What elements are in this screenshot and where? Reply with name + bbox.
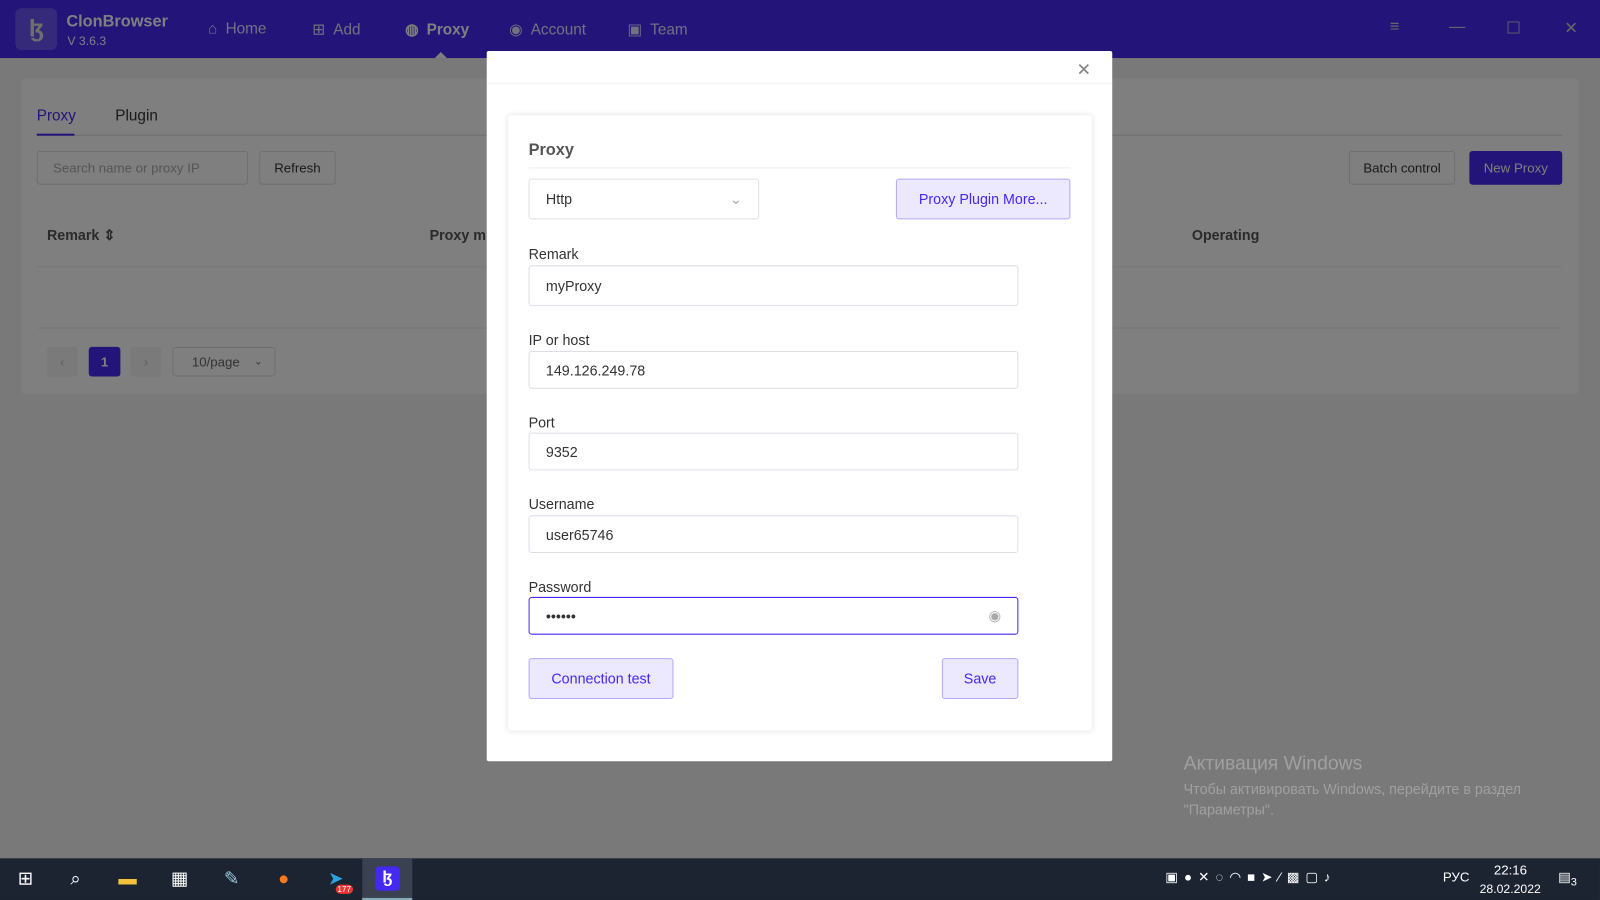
remark-input[interactable]: myProxy	[528, 265, 1019, 307]
file-explorer-icon[interactable]: ▬	[114, 865, 141, 892]
eye-icon[interactable]: ◉	[989, 607, 1001, 624]
dialog-divider	[486, 82, 1113, 84]
windows-start-icon[interactable]: ⊞	[12, 865, 39, 892]
activation-text-2: "Параметры".	[1183, 801, 1274, 818]
activation-text: Чтобы активировать Windows, перейдите в …	[1183, 780, 1522, 797]
remark-label: Remark	[528, 245, 579, 263]
connection-test-button[interactable]: Connection test	[528, 658, 674, 699]
close-dialog-icon[interactable]: ✕	[1077, 60, 1092, 80]
clock-date[interactable]: 28.02.2022	[1480, 882, 1541, 896]
password-input[interactable]: •••••• ◉	[528, 596, 1019, 635]
proxy-type-select[interactable]: Http ⌄	[528, 178, 760, 220]
section-title: Proxy	[528, 141, 574, 160]
tray-icons[interactable]: ▣●✕◌◠■➤⁄▩▢♪	[1165, 869, 1337, 885]
notification-count: 3	[1570, 876, 1577, 889]
proxy-type-value: Http	[545, 190, 573, 208]
clonbrowser-icon: ɮ	[374, 866, 400, 891]
telegram-icon[interactable]: ➤ 177	[322, 865, 354, 894]
username-input[interactable]: user65746	[528, 515, 1019, 554]
password-value: ••••••	[545, 607, 576, 624]
username-label: Username	[528, 495, 595, 513]
telegram-badge: 177	[335, 884, 354, 894]
paint-icon[interactable]: ✎	[218, 865, 245, 892]
firefox-icon[interactable]: ●	[270, 865, 297, 892]
save-button[interactable]: Save	[941, 658, 1019, 699]
chevron-down-icon: ⌄	[729, 190, 742, 207]
store-icon[interactable]: ▦	[166, 865, 193, 892]
ip-input[interactable]: 149.126.249.78	[528, 351, 1019, 389]
proxy-plugin-button[interactable]: Proxy Plugin More...	[895, 178, 1071, 220]
port-label: Port	[528, 414, 555, 431]
port-input[interactable]: 9352	[528, 432, 1019, 471]
clock-time[interactable]: 22:16	[1494, 862, 1527, 877]
activation-title: Активация Windows	[1183, 753, 1363, 775]
language-indicator[interactable]: РУС	[1443, 869, 1470, 884]
password-label: Password	[528, 578, 592, 595]
ip-label: IP or host	[528, 331, 590, 348]
section-divider	[528, 167, 1071, 169]
clonbrowser-taskbar-button[interactable]: ɮ	[362, 858, 413, 900]
notification-icon[interactable]: ▤3	[1558, 869, 1577, 888]
search-icon[interactable]: ⌕	[62, 865, 89, 892]
